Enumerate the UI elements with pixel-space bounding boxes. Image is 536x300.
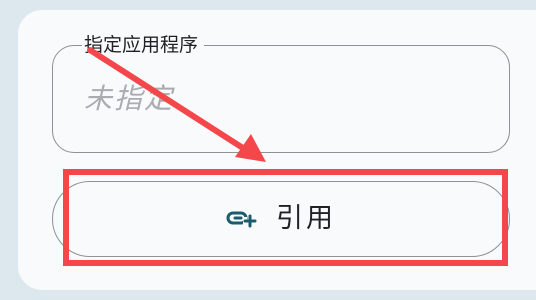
app-select-placeholder: 未指定 [84, 82, 175, 115]
annotation-highlight-box [63, 169, 508, 266]
app-select-label: 指定应用程序 [82, 33, 205, 57]
